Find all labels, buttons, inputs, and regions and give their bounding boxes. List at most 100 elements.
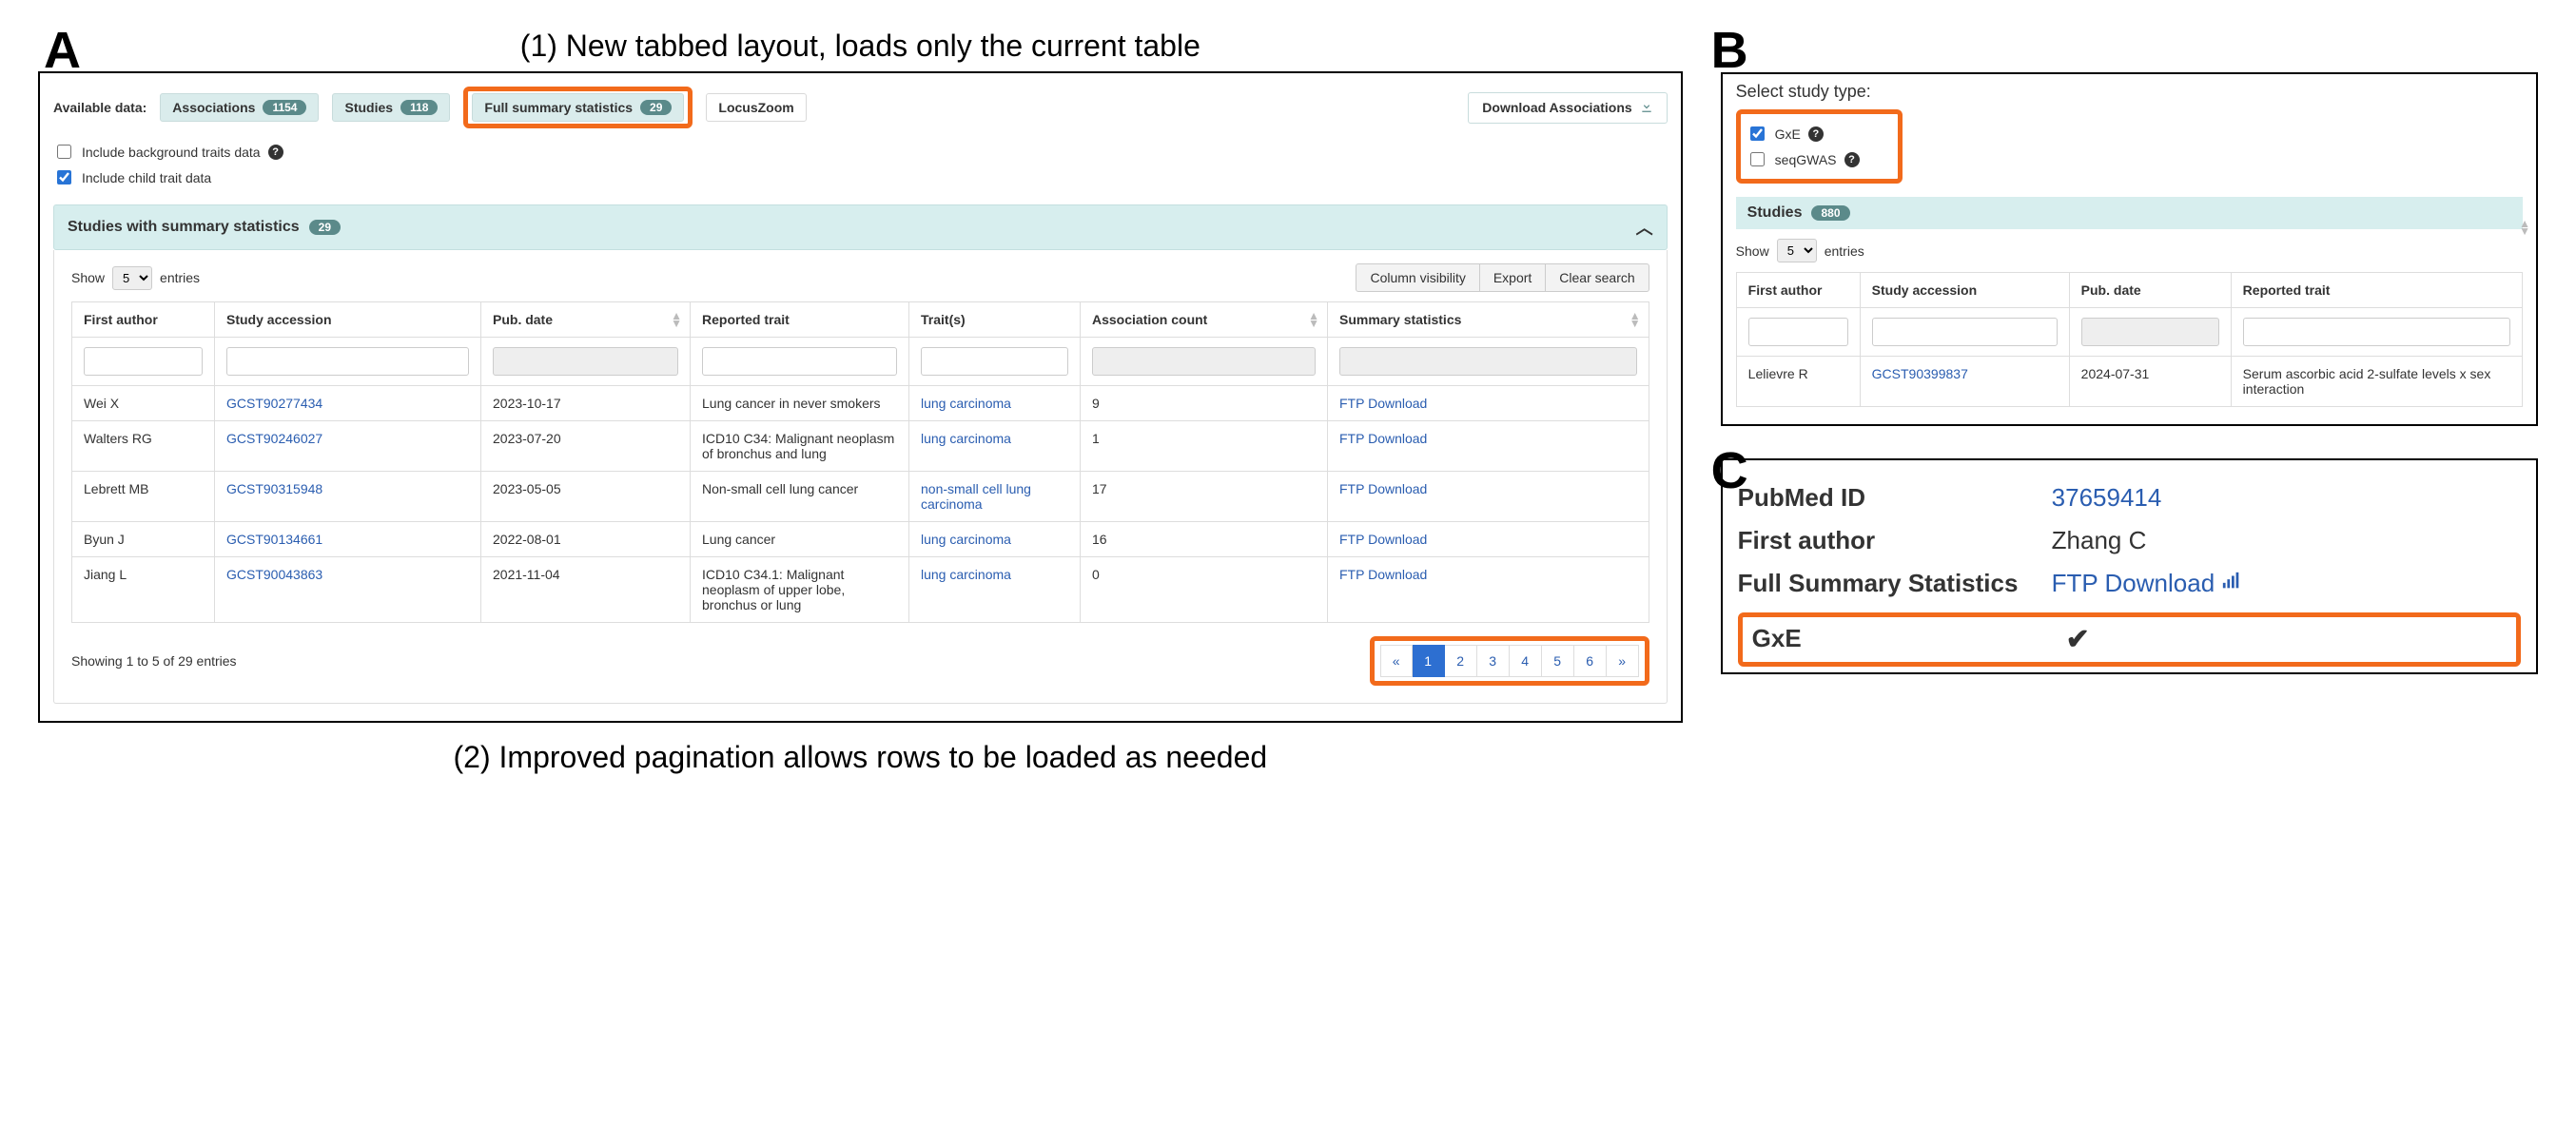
table-row: Wei X GCST90277434 2023-10-17 Lung cance… bbox=[72, 386, 1649, 421]
filter-study-accession[interactable] bbox=[1872, 318, 2058, 346]
include-background-checkbox[interactable] bbox=[57, 145, 71, 159]
section-title: Studies with summary statistics bbox=[68, 219, 300, 236]
filter-reported-trait[interactable] bbox=[2243, 318, 2510, 346]
section-header-studies-summary[interactable]: Studies with summary statistics 29 ︿ bbox=[53, 204, 1668, 250]
tab-associations[interactable]: Associations 1154 bbox=[160, 93, 319, 122]
filter-study-accession[interactable] bbox=[226, 347, 469, 376]
caption-bottom: (2) Improved pagination allows rows to b… bbox=[38, 740, 1683, 775]
export-button[interactable]: Export bbox=[1480, 263, 1546, 292]
gxe-checkbox[interactable] bbox=[1750, 126, 1765, 141]
studies-count-badge: 118 bbox=[400, 100, 438, 115]
cell-date: 2023-07-20 bbox=[481, 421, 691, 472]
study-accession-link[interactable]: GCST90399837 bbox=[1872, 366, 1968, 381]
col-study-accession[interactable]: Study accession bbox=[215, 302, 481, 338]
filter-reported-trait[interactable] bbox=[702, 347, 897, 376]
entries-select[interactable]: 5 bbox=[1777, 239, 1817, 262]
help-icon[interactable]: ? bbox=[1808, 126, 1824, 142]
pubmed-id-link[interactable]: 37659414 bbox=[2052, 483, 2162, 512]
trait-link[interactable]: lung carcinoma bbox=[921, 431, 1011, 446]
tab-locuszoom[interactable]: LocusZoom bbox=[706, 93, 806, 122]
table-row: Byun J GCST90134661 2022-08-01 Lung canc… bbox=[72, 522, 1649, 557]
include-child-checkbox[interactable] bbox=[57, 170, 71, 184]
cell-author: Lebrett MB bbox=[72, 472, 215, 522]
studies-section-header: Studies 880 bbox=[1736, 197, 2523, 229]
tab-locuszoom-label: LocusZoom bbox=[718, 100, 793, 115]
filter-first-author[interactable] bbox=[84, 347, 203, 376]
seqgwas-checkbox[interactable] bbox=[1750, 152, 1765, 166]
filter-traits[interactable] bbox=[921, 347, 1068, 376]
cell-author: Lelievre R bbox=[1736, 357, 1860, 407]
col-reported-trait[interactable]: Reported trait bbox=[2231, 273, 2522, 308]
tab-full-summary-label: Full summary statistics bbox=[484, 100, 633, 115]
caption-top: (1) New tabbed layout, loads only the cu… bbox=[38, 29, 1683, 64]
highlight-study-type-checks: GxE ? seqGWAS ? bbox=[1736, 109, 1903, 184]
ftp-download-link[interactable]: FTP Download bbox=[1339, 567, 1427, 582]
ftp-download-link[interactable]: FTP Download bbox=[1339, 431, 1427, 446]
trait-link[interactable]: non-small cell lung carcinoma bbox=[921, 481, 1031, 512]
col-study-accession[interactable]: Study accession bbox=[1860, 273, 2069, 308]
help-icon[interactable]: ? bbox=[268, 145, 283, 160]
study-accession-link[interactable]: GCST90246027 bbox=[226, 431, 322, 446]
col-pub-date[interactable]: Pub. date▲▼ bbox=[481, 302, 691, 338]
full-summary-stats-label: Full Summary Statistics bbox=[1738, 569, 2052, 598]
studies-section-title: Studies bbox=[1747, 204, 1803, 222]
first-author-label: First author bbox=[1738, 526, 2052, 555]
cell-count: 9 bbox=[1081, 386, 1328, 421]
full-summary-count-badge: 29 bbox=[640, 100, 672, 115]
pager-page[interactable]: 2 bbox=[1445, 645, 1477, 677]
col-first-author[interactable]: First author bbox=[1736, 273, 1860, 308]
cell-reported: ICD10 C34: Malignant neoplasm of bronchu… bbox=[691, 421, 909, 472]
pager-prev[interactable]: « bbox=[1380, 645, 1413, 677]
ftp-download-link[interactable]: FTP Download bbox=[1339, 396, 1427, 411]
help-icon[interactable]: ? bbox=[1844, 152, 1860, 167]
column-visibility-button[interactable]: Column visibility bbox=[1356, 263, 1479, 292]
gxe-label: GxE bbox=[1775, 126, 1801, 142]
pubmed-id-label: PubMed ID bbox=[1738, 483, 2052, 513]
download-associations-button[interactable]: Download Associations bbox=[1468, 92, 1667, 124]
trait-link[interactable]: lung carcinoma bbox=[921, 532, 1011, 547]
trait-link[interactable]: lung carcinoma bbox=[921, 396, 1011, 411]
pager-page[interactable]: 5 bbox=[1542, 645, 1574, 677]
cell-reported: ICD10 C34.1: Malignant neoplasm of upper… bbox=[691, 557, 909, 623]
chevron-up-icon: ︿ bbox=[1636, 215, 1653, 240]
cell-reported: Non-small cell lung cancer bbox=[691, 472, 909, 522]
panel-label-c: C bbox=[1711, 445, 1748, 496]
ftp-download-link[interactable]: FTP Download bbox=[1339, 532, 1427, 547]
col-summary-statistics[interactable]: Summary statistics▲▼ bbox=[1328, 302, 1649, 338]
ftp-download-link[interactable]: FTP Download bbox=[2052, 569, 2215, 597]
pager-page[interactable]: 6 bbox=[1574, 645, 1607, 677]
seqgwas-label: seqGWAS bbox=[1775, 152, 1837, 167]
pager-page[interactable]: 1 bbox=[1413, 645, 1445, 677]
filter-first-author[interactable] bbox=[1748, 318, 1848, 346]
study-accession-link[interactable]: GCST90134661 bbox=[226, 532, 322, 547]
study-accession-link[interactable]: GCST90043863 bbox=[226, 567, 322, 582]
clear-search-button[interactable]: Clear search bbox=[1546, 263, 1649, 292]
download-icon bbox=[1640, 100, 1653, 116]
filter-assoc-count bbox=[1092, 347, 1316, 376]
filter-summary-stats bbox=[1339, 347, 1637, 376]
col-traits[interactable]: Trait(s) bbox=[909, 302, 1081, 338]
col-pub-date[interactable]: Pub. date▲▼ bbox=[2069, 273, 2231, 308]
cell-date: 2024-07-31 bbox=[2069, 357, 2231, 407]
study-accession-link[interactable]: GCST90315948 bbox=[226, 481, 322, 496]
entries-label: entries bbox=[1825, 243, 1864, 259]
show-label: Show bbox=[1736, 243, 1769, 259]
download-associations-label: Download Associations bbox=[1482, 100, 1631, 115]
pager-page[interactable]: 3 bbox=[1477, 645, 1510, 677]
col-first-author[interactable]: First author bbox=[72, 302, 215, 338]
tab-studies[interactable]: Studies 118 bbox=[332, 93, 450, 122]
tab-full-summary-statistics[interactable]: Full summary statistics 29 bbox=[472, 93, 684, 122]
bars-icon bbox=[2221, 569, 2242, 597]
cell-reported: Serum ascorbic acid 2-sulfate levels x s… bbox=[2231, 357, 2522, 407]
pagination-highlight: « 1 2 3 4 5 6 » bbox=[1370, 636, 1649, 686]
study-accession-link[interactable]: GCST90277434 bbox=[226, 396, 322, 411]
ftp-download-link[interactable]: FTP Download bbox=[1339, 481, 1427, 496]
col-association-count[interactable]: Association count▲▼ bbox=[1081, 302, 1328, 338]
sort-icon: ▲▼ bbox=[1630, 312, 1641, 327]
pager-page[interactable]: 4 bbox=[1510, 645, 1542, 677]
highlight-gxe-row: GxE ✔ bbox=[1738, 612, 2521, 667]
entries-select[interactable]: 5 bbox=[112, 266, 152, 290]
trait-link[interactable]: lung carcinoma bbox=[921, 567, 1011, 582]
col-reported-trait[interactable]: Reported trait bbox=[691, 302, 909, 338]
pager-next[interactable]: » bbox=[1607, 645, 1639, 677]
